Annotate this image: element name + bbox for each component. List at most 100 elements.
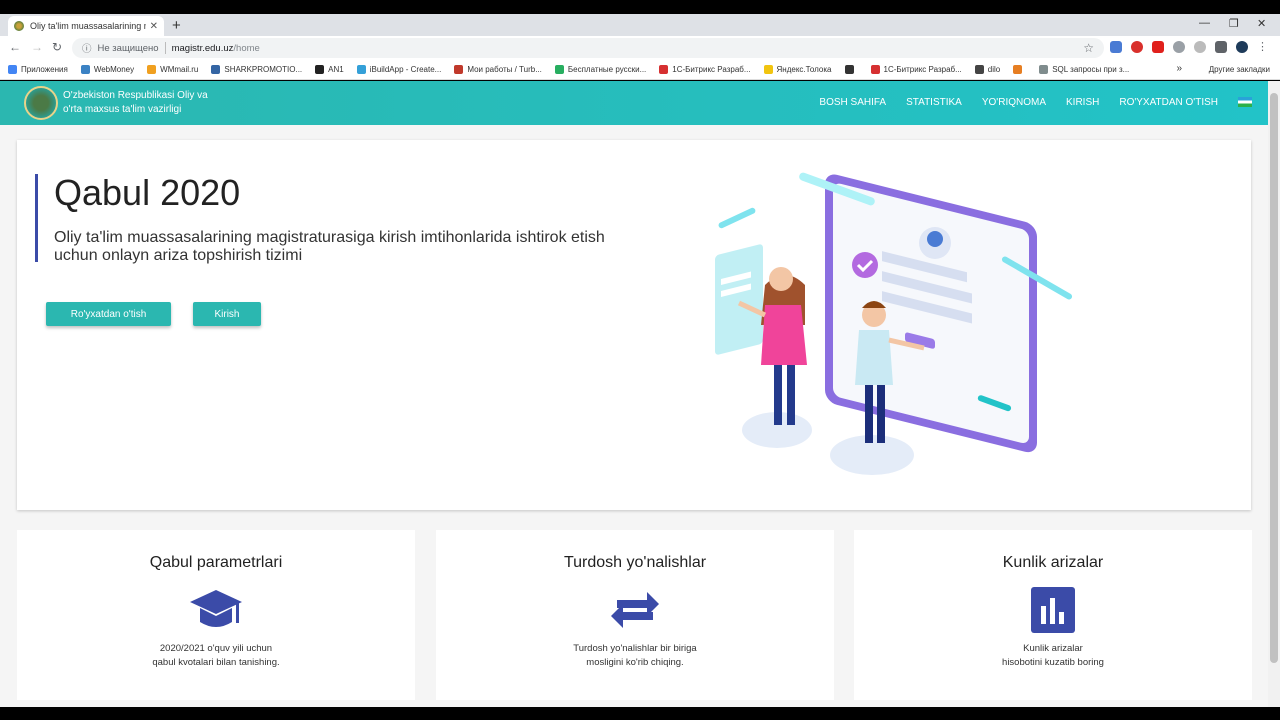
menu-bosh-sahifa[interactable]: BOSH SAHIFA <box>819 97 886 108</box>
login-button[interactable]: Kirish <box>193 302 261 326</box>
hero-illustration <box>715 172 1073 475</box>
card-description-line2: mosligini ko'rib chiqing. <box>586 657 684 668</box>
bookmark-label: SHARKPROMOTIO... <box>224 65 303 74</box>
page-scrollbar[interactable] <box>1268 81 1280 707</box>
bookmark-label: Бесплатные русски... <box>567 65 647 74</box>
bookmark-item[interactable]: Мои работы / Turb... <box>454 65 542 74</box>
tab-active[interactable]: Oliy ta'lim muassasalarining mag ✕ <box>8 16 164 36</box>
m-extension-icon[interactable] <box>1152 41 1164 53</box>
url-host: magistr.edu.uz <box>171 42 234 54</box>
browser-window: Oliy ta'lim muassasalarining mag ✕ + — ❐… <box>0 0 1280 720</box>
card-kunlik-arizalar[interactable]: Kunlik arizalar Kunlik arizalar hisoboti… <box>854 530 1252 700</box>
menu-kirish[interactable]: KIRISH <box>1066 97 1099 108</box>
card-title: Turdosh yo'nalishlar <box>563 554 707 571</box>
menu-royxatdan-otish[interactable]: RO'YXATDAN O'TISH <box>1119 97 1218 108</box>
card-description-line1: Kunlik arizalar <box>1023 643 1083 654</box>
circle-extension-icon[interactable] <box>1194 41 1206 53</box>
other-bookmarks[interactable]: Другие закладки <box>1209 65 1270 74</box>
card-qabul-parametrlari[interactable]: Qabul parametrlari 2020/2021 o'quv yili … <box>17 530 415 700</box>
bookmark-label: Приложения <box>21 65 68 74</box>
card-title: Kunlik arizalar <box>1002 554 1104 571</box>
screen-top-border <box>0 0 1280 14</box>
card-turdosh-yonalishlar[interactable]: Turdosh yo'nalishlar Turdosh yo'nalishla… <box>436 530 834 700</box>
new-tab-icon[interactable]: + <box>172 17 181 34</box>
bookmark-favicon-icon <box>454 65 464 74</box>
back-arrow-icon[interactable]: ← <box>9 40 21 54</box>
window-close-icon[interactable]: ✕ <box>1257 17 1266 30</box>
menu-statistika[interactable]: STATISTIKA <box>906 97 962 108</box>
puzzle-extensions-icon[interactable] <box>1215 41 1227 53</box>
globe-extension-icon[interactable] <box>1173 41 1185 53</box>
bookmark-item[interactable]: WMmail.ru <box>147 65 198 74</box>
state-emblem-logo[interactable] <box>24 86 58 120</box>
bookmark-favicon-icon <box>211 65 221 74</box>
bookmark-favicon-icon <box>763 65 773 74</box>
bookmark-favicon-icon <box>659 65 669 74</box>
bookmark-label: WebMoney <box>93 65 135 74</box>
bookmark-favicon-icon <box>870 65 880 74</box>
bookmark-item[interactable]: iBuildApp - Create... <box>356 65 441 74</box>
bookmark-label: 1С-Битрикс Разраб... <box>883 65 962 74</box>
bookmark-label: 1С-Битрикс Разраб... <box>672 65 751 74</box>
bookmark-item[interactable]: WebMoney <box>80 65 135 74</box>
menu-kebab-icon[interactable]: ⋮ <box>1257 41 1269 53</box>
bookmark-label: Яндекс.Толока <box>776 65 832 74</box>
bookmark-label: SQL запросы при з... <box>1052 65 1130 74</box>
bookmark-item[interactable]: Яндекс.Толока <box>763 65 832 74</box>
bookmark-item[interactable]: 1С-Битрикс Разраб... <box>870 65 962 74</box>
bookmark-item[interactable]: AN1 <box>315 65 344 74</box>
org-name: O'zbekiston Respublikasi Oliy va o'rta m… <box>63 89 208 117</box>
extension-icons: ⋮ <box>1110 41 1269 53</box>
info-icon[interactable]: ⓘ <box>82 41 92 55</box>
bookmark-item[interactable]: dilo <box>974 65 1001 74</box>
address-bar[interactable]: ⓘ Не защищено magistr.edu.uz /home ☆ <box>72 38 1104 58</box>
hero-title: Qabul 2020 <box>54 172 241 213</box>
scrollbar-thumb[interactable] <box>1270 93 1278 663</box>
insecure-label: Не защищено <box>97 42 159 54</box>
web-page: O'zbekiston Respublikasi Oliy va o'rta m… <box>0 81 1268 707</box>
site-header: O'zbekiston Respublikasi Oliy va o'rta m… <box>0 81 1268 125</box>
hero-accent-bar <box>35 174 38 262</box>
bookmark-star-icon[interactable]: ☆ <box>1083 41 1094 55</box>
address-separator <box>164 42 166 54</box>
bookmark-favicon-icon <box>1013 65 1023 74</box>
tab-close-icon[interactable]: ✕ <box>150 21 158 32</box>
card-description: Kunlik arizalar hisobotini kuzatib borin… <box>854 642 1252 670</box>
bookmark-favicon-icon <box>974 65 984 74</box>
forward-arrow-icon[interactable]: → <box>31 40 43 54</box>
bookmark-favicon-icon <box>1039 65 1049 74</box>
card-description: Turdosh yo'nalishlar bir biriga mosligin… <box>436 642 834 670</box>
bookmark-favicon-icon <box>80 65 90 74</box>
bookmark-item[interactable] <box>1013 65 1026 74</box>
translate-extension-icon[interactable] <box>1110 41 1122 53</box>
menu-yoriqnoma[interactable]: YO'RIQNOMA <box>982 97 1046 108</box>
hero-section: Qabul 2020 Oliy ta'lim muassasalarining … <box>17 140 1251 510</box>
swap-arrows-icon <box>611 592 659 628</box>
org-name-line2: o'rta maxsus ta'lim vazirligi <box>63 104 182 115</box>
bookmark-item[interactable]: SHARKPROMOTIO... <box>211 65 302 74</box>
bar-chart-icon <box>1031 587 1075 633</box>
bookmarks-bar: Приложения WebMoney WMmail.ru SHARKPROMOTIO… <box>0 60 1280 80</box>
bookmark-favicon-icon <box>844 65 854 74</box>
bookmark-favicon-icon <box>356 65 366 74</box>
register-button[interactable]: Ro'yxatdan o'tish <box>46 302 171 326</box>
adblock-extension-icon[interactable] <box>1131 41 1143 53</box>
graduation-cap-icon <box>190 590 242 627</box>
bookmarks-overflow-icon[interactable]: » <box>1176 63 1182 74</box>
bookmark-item[interactable]: Бесплатные русски... <box>554 65 647 74</box>
bookmark-label: WMmail.ru <box>160 65 199 74</box>
bookmark-label: Мои работы / Turb... <box>467 65 542 74</box>
bookmark-item[interactable]: SQL запросы при з... <box>1039 65 1129 74</box>
reload-icon[interactable]: ↻ <box>52 40 62 54</box>
uzbek-flag-icon[interactable] <box>1238 97 1252 107</box>
profile-avatar[interactable] <box>1236 41 1248 53</box>
restore-icon[interactable]: ❐ <box>1229 17 1239 30</box>
bookmark-label: dilo <box>987 65 1001 74</box>
org-name-line1: O'zbekiston Respublikasi Oliy va <box>63 90 208 101</box>
bookmark-item[interactable]: Приложения <box>8 65 68 74</box>
main-menu: BOSH SAHIFA STATISTIKA YO'RIQNOMA KIRISH… <box>819 97 1252 108</box>
minimize-icon[interactable]: — <box>1199 17 1210 29</box>
bookmark-item[interactable] <box>844 65 858 74</box>
bookmark-favicon-icon <box>554 65 564 74</box>
bookmark-item[interactable]: 1С-Битрикс Разраб... <box>659 65 751 74</box>
